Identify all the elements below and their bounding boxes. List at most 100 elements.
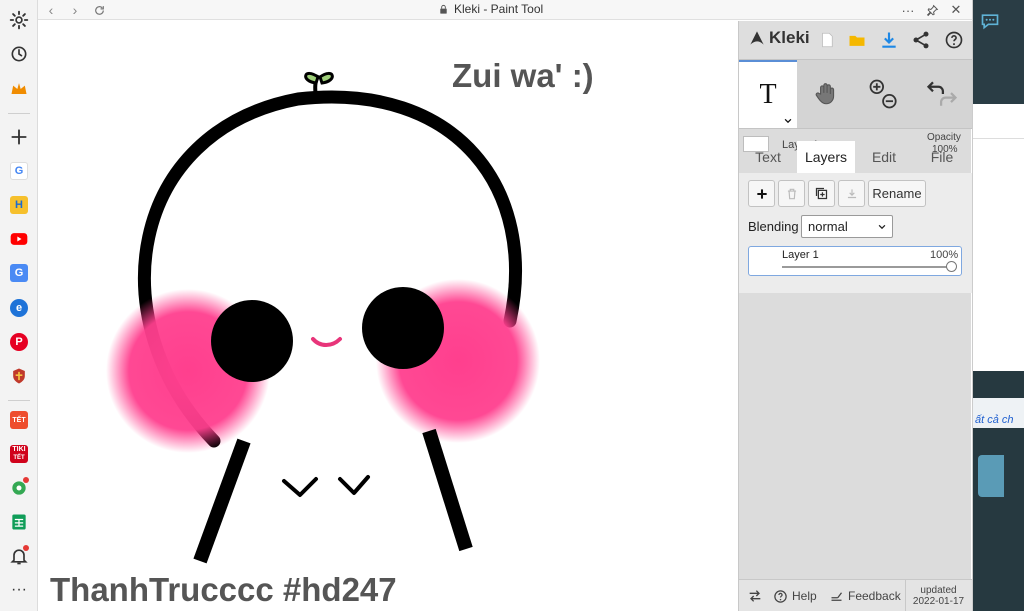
tab-text[interactable]: Text	[739, 141, 797, 173]
back-label: ‹	[48, 2, 54, 18]
layer-opacity-slider[interactable]	[946, 261, 957, 272]
feedback-label: Feedback	[848, 589, 901, 603]
more-icon[interactable]: ···	[6, 577, 32, 603]
chat-icon[interactable]	[977, 8, 1003, 34]
h-icon[interactable]: H	[6, 192, 32, 218]
reload-button[interactable]	[88, 0, 110, 20]
rename-layer-button[interactable]: Rename	[868, 180, 926, 207]
tab-edit-label: Edit	[871, 149, 897, 165]
updated-label: updated	[920, 585, 957, 596]
background-webpage: ất cả ch	[972, 0, 1024, 611]
shopee-label: TẾT	[10, 411, 28, 429]
download-icon[interactable]	[877, 28, 901, 52]
edge-letter: e	[10, 299, 28, 317]
open-folder-icon[interactable]	[845, 28, 869, 52]
text-tool[interactable]: T	[739, 60, 797, 128]
hand-tool[interactable]	[797, 60, 855, 128]
layer-list-item[interactable]: Layer 1 100%	[748, 246, 962, 276]
webpage-divider	[973, 138, 1024, 139]
feedback-icon	[831, 591, 842, 601]
trash-icon	[787, 188, 796, 199]
close-label: ✕	[950, 2, 962, 17]
webpage-button[interactable]	[978, 455, 1004, 497]
pin-icon[interactable]	[921, 0, 943, 20]
blending-value: normal	[808, 219, 848, 234]
chevron-down-icon	[784, 118, 792, 124]
hand-icon	[815, 83, 835, 105]
body-line-right	[422, 428, 473, 552]
drawing-canvas[interactable]: Zui wa' :) ThanhTrucccc #hd247	[38, 21, 738, 611]
edge-icon[interactable]: e	[6, 295, 32, 321]
duplicate-layer-button[interactable]	[808, 180, 835, 207]
panel-header: Kleki	[739, 21, 972, 59]
blending-label: Blending	[748, 219, 799, 234]
sprout-leaf-right	[318, 71, 334, 85]
add-icon[interactable]	[6, 124, 32, 150]
pinterest-letter: P	[10, 333, 28, 351]
shopee-icon[interactable]: TẾT	[6, 407, 32, 433]
google-letter: G	[10, 162, 28, 180]
rename-label: Rename	[872, 186, 922, 201]
tiki-icon[interactable]: TIKI TẾT	[6, 441, 32, 467]
bell-icon[interactable]	[6, 543, 32, 569]
shield-icon[interactable]	[6, 363, 32, 389]
more-options-label: ···	[901, 2, 915, 18]
sheets-icon[interactable]	[6, 509, 32, 535]
tab-text-label: Text	[755, 149, 781, 165]
eye-right	[362, 287, 444, 369]
webpage-link[interactable]: ất cả ch	[975, 414, 1014, 426]
layer-row-name: Layer 1	[782, 249, 819, 261]
kleki-panel: Kleki T Layer Opacity 100% Text Layers E…	[738, 21, 972, 611]
feedback-button[interactable]: Feedback	[829, 580, 901, 611]
add-layer-button[interactable]	[748, 180, 775, 207]
back-button[interactable]: ‹	[40, 0, 62, 20]
new-file-icon[interactable]	[815, 28, 839, 52]
tab-layers[interactable]: Layers	[797, 141, 855, 173]
share-icon[interactable]	[909, 28, 933, 52]
history-icon[interactable]	[6, 41, 32, 67]
google-icon[interactable]: G	[6, 158, 32, 184]
panel-footer: Help Feedback updated 2022-01-17	[739, 579, 972, 611]
chevron-right	[338, 475, 370, 495]
tiki-sub: TẾT	[13, 455, 25, 461]
plus-icon	[756, 188, 767, 199]
caption-bottom: ThanhTrucccc #hd247	[50, 571, 397, 608]
forward-button[interactable]: ›	[64, 0, 86, 20]
tab-edit[interactable]: Edit	[855, 141, 913, 173]
maps-icon[interactable]	[6, 475, 32, 501]
zoom-icon	[869, 79, 897, 109]
pinterest-icon[interactable]: P	[6, 329, 32, 355]
drawing-artwork: Zui wa' :) ThanhTrucccc #hd247	[50, 57, 594, 608]
window-title-text: Kleki - Paint Tool	[454, 2, 544, 16]
kleki-logo[interactable]: Kleki	[747, 28, 810, 48]
close-button[interactable]: ✕	[945, 0, 967, 20]
delete-layer-button[interactable]	[778, 180, 805, 207]
notification-dot	[23, 545, 29, 551]
help-label: Help	[792, 589, 817, 603]
notification-dot	[23, 477, 29, 483]
kleki-logo-text: Kleki	[769, 28, 810, 47]
merge-layer-button[interactable]	[838, 180, 865, 207]
more-options-button[interactable]: ···	[897, 0, 919, 20]
help-circle-icon[interactable]	[942, 28, 966, 52]
screen: G H G e P TẾT TIKI TẾT ··· ‹ › Kleki - P…	[0, 0, 1024, 611]
layer-row-thumbnail	[755, 254, 771, 268]
undo-redo-tool[interactable]	[913, 60, 971, 128]
sprout-leaf-left	[304, 71, 320, 85]
help-button[interactable]: Help	[773, 580, 817, 611]
window-title: Kleki - Paint Tool	[438, 2, 543, 16]
swap-panel-icon[interactable]	[747, 580, 763, 611]
settings-icon[interactable]	[6, 7, 32, 33]
blending-select[interactable]: normal	[801, 215, 893, 238]
translate-letter: G	[10, 264, 28, 282]
undo-redo-icon	[926, 81, 958, 106]
panel-tabs: Text Layers Edit File	[739, 141, 972, 173]
layer-row-opacity: 100%	[930, 249, 959, 261]
translate-icon[interactable]: G	[6, 260, 32, 286]
more-label: ···	[11, 581, 27, 598]
crown-icon[interactable]	[6, 76, 32, 102]
tab-file[interactable]: File	[913, 141, 971, 173]
chevron-down-icon	[878, 224, 886, 230]
youtube-icon[interactable]	[6, 226, 32, 252]
zoom-tool[interactable]	[855, 60, 913, 128]
